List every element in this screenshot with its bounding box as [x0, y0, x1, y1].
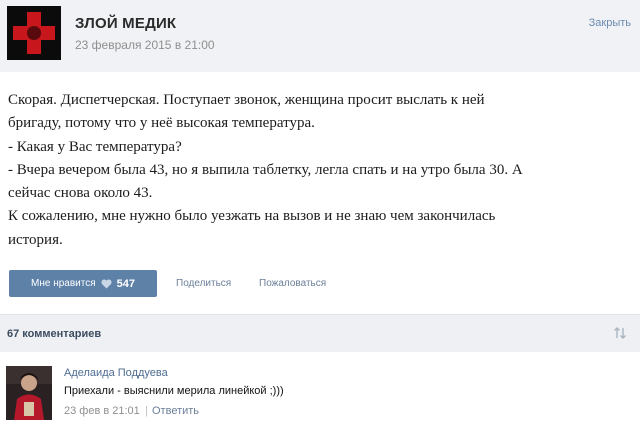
like-label: Мне нравится [31, 278, 96, 289]
reply-link[interactable]: Ответить [152, 405, 199, 417]
author-name[interactable]: ЗЛОЙ МЕДИК [75, 15, 176, 32]
post-text-line: К сожалению, мне нужно было уезжать на в… [8, 208, 496, 225]
post-text-line: бригаду, потому что у неё высокая темпер… [8, 115, 315, 132]
commenter-avatar[interactable] [6, 366, 52, 420]
comments-count[interactable]: 67 комментариев [7, 328, 101, 340]
post-header: ЗЛОЙ МЕДИК 23 февраля 2015 в 21:00 Закры… [0, 0, 640, 72]
comment-date[interactable]: 23 фев в 21:01 [64, 405, 140, 417]
sort-arrows-icon[interactable] [613, 326, 627, 345]
author-avatar[interactable] [7, 6, 61, 60]
post-text-line: Скорая. Диспетчерская. Поступает звонок,… [8, 92, 485, 108]
comment-text: Приехали - выяснили мерила линейкой ;))) [64, 385, 284, 397]
commenter-name[interactable]: Аделаида Поддуева [64, 367, 168, 379]
post-text: Скорая. Диспетчерская. Поступает звонок,… [8, 89, 632, 252]
post-date[interactable]: 23 февраля 2015 в 21:00 [75, 38, 215, 52]
post-text-line: - Вчера вечером была 43, но я выпила таб… [8, 161, 523, 178]
red-cross-logo-icon [7, 6, 61, 60]
share-link[interactable]: Поделиться [176, 278, 231, 289]
like-count: 547 [116, 277, 135, 290]
comment-separator: | [145, 405, 148, 417]
report-link[interactable]: Пожаловаться [259, 278, 326, 289]
heart-icon [101, 278, 112, 289]
post-text-line: история. [8, 231, 63, 248]
comments-bar: 67 комментариев [0, 314, 640, 352]
person-photo-icon [6, 366, 52, 420]
post-text-line: - Какая у Вас температура? [8, 138, 182, 155]
like-button[interactable]: Мне нравится 547 [9, 270, 157, 297]
close-link[interactable]: Закрыть [589, 17, 631, 29]
post-text-line: сейчас снова около 43. [8, 185, 153, 202]
